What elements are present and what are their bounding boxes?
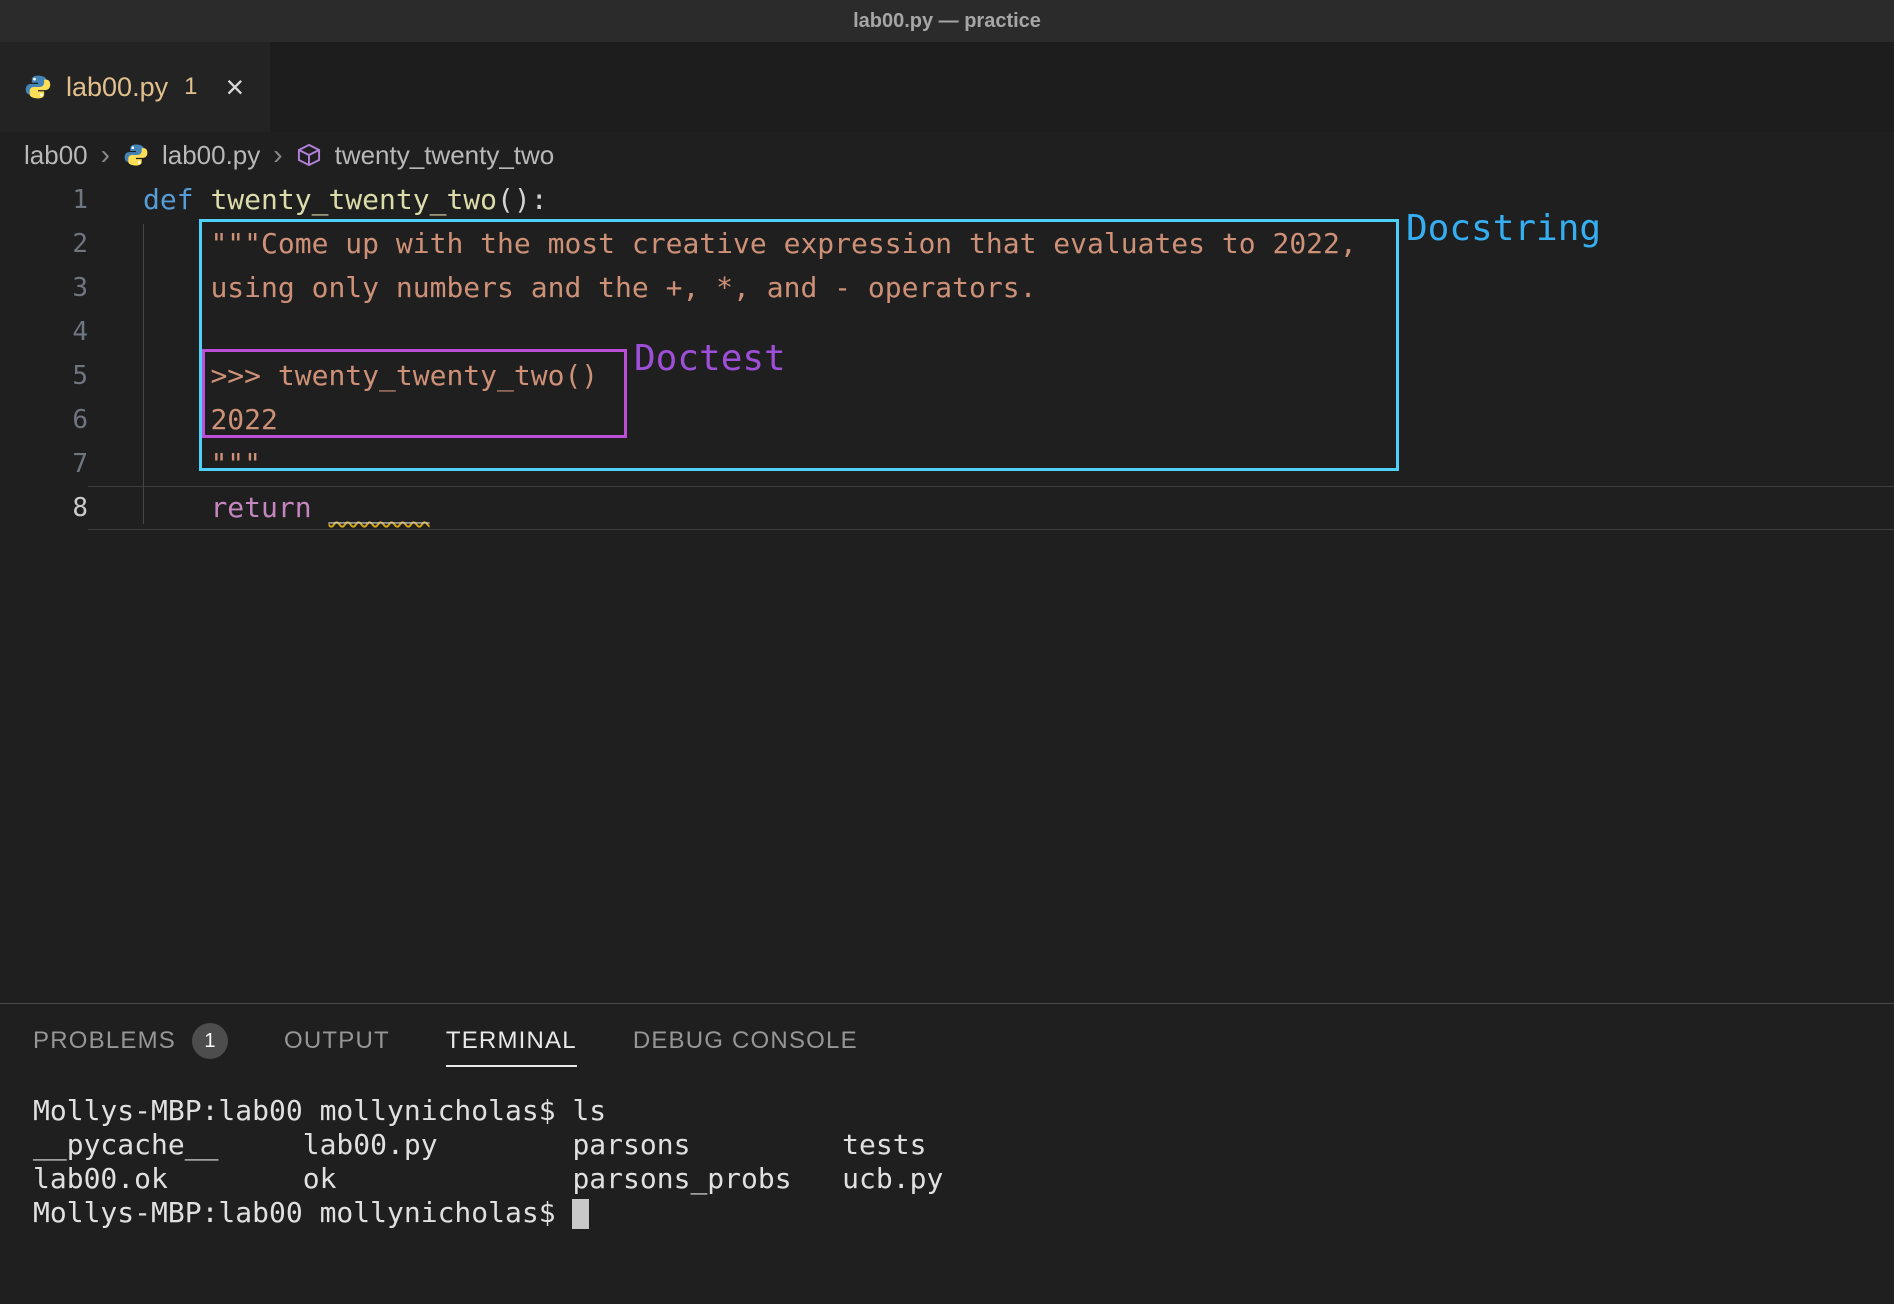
line-number: 1 [0,178,88,222]
terminal-line: lab00.ok ok parsons_probs ucb.py [33,1162,1894,1196]
breadcrumb-symbol[interactable]: twenty_twenty_two [335,140,555,171]
window-title: lab00.py — practice [853,10,1041,33]
doctest-annotation-box [202,349,627,438]
code-line-1[interactable]: 1def twenty_twenty_two(): [0,178,1894,222]
breadcrumb-folder[interactable]: lab00 [24,140,88,171]
terminal-prompt: Mollys-MBP:lab00 mollynicholas$ [33,1196,572,1229]
line-number: 8 [0,486,88,530]
line-number: 4 [0,310,88,354]
breadcrumb: lab00 › lab00.py › twenty_twenty_two [0,132,1894,178]
tab-modified-count: 1 [184,73,197,101]
terminal-line: Mollys-MBP:lab00 mollynicholas$ ls [33,1094,1894,1128]
terminal-cursor [572,1199,589,1229]
line-number: 2 [0,222,88,266]
panel-tab-problems[interactable]: PROBLEMS 1 [33,1015,228,1071]
indent-guide [143,224,144,524]
panel-tab-bar: PROBLEMS 1 OUTPUT TERMINAL DEBUG CONSOLE [0,1004,1894,1082]
panel-tab-label: TERMINAL [446,1027,577,1055]
chevron-right-icon: › [273,139,282,171]
doctest-annotation-label: Doctest [634,338,786,379]
code-line-content: return ______ [88,486,1894,530]
panel-tab-label: PROBLEMS [33,1027,176,1055]
terminal-output[interactable]: Mollys-MBP:lab00 mollynicholas$ ls__pyca… [0,1082,1894,1230]
terminal-line: __pycache__ lab00.py parsons tests [33,1128,1894,1162]
panel-tab-output[interactable]: OUTPUT [284,1019,390,1067]
symbol-cube-icon [296,142,322,168]
code-line-8[interactable]: 8 return ______ [0,486,1894,530]
line-number: 7 [0,442,88,486]
docstring-annotation-label: Docstring [1406,208,1601,249]
problems-count-badge: 1 [192,1023,228,1059]
code-line-content: def twenty_twenty_two(): [88,178,1894,222]
tab-bar: lab00.py 1 × [0,42,1894,132]
python-icon [24,73,52,101]
panel-tab-terminal[interactable]: TERMINAL [446,1019,577,1067]
panel-tab-label: OUTPUT [284,1027,390,1055]
tab-close-icon[interactable]: × [225,71,244,103]
python-icon [123,142,149,168]
bottom-panel: PROBLEMS 1 OUTPUT TERMINAL DEBUG CONSOLE Mol… [0,1003,1894,1304]
code-editor[interactable]: 1def twenty_twenty_two():2 """Come up wi… [0,178,1894,1003]
panel-tab-debug-console[interactable]: DEBUG CONSOLE [633,1019,858,1067]
panel-tab-label: DEBUG CONSOLE [633,1027,858,1055]
tab-filename: lab00.py [66,72,168,103]
window-titlebar: lab00.py — practice [0,0,1894,42]
line-number: 3 [0,266,88,310]
chevron-right-icon: › [101,139,110,171]
breadcrumb-file[interactable]: lab00.py [162,140,260,171]
line-number: 5 [0,354,88,398]
terminal-prompt-line: Mollys-MBP:lab00 mollynicholas$ [33,1196,1894,1230]
line-number: 6 [0,398,88,442]
tab-lab00py[interactable]: lab00.py 1 × [0,42,270,132]
